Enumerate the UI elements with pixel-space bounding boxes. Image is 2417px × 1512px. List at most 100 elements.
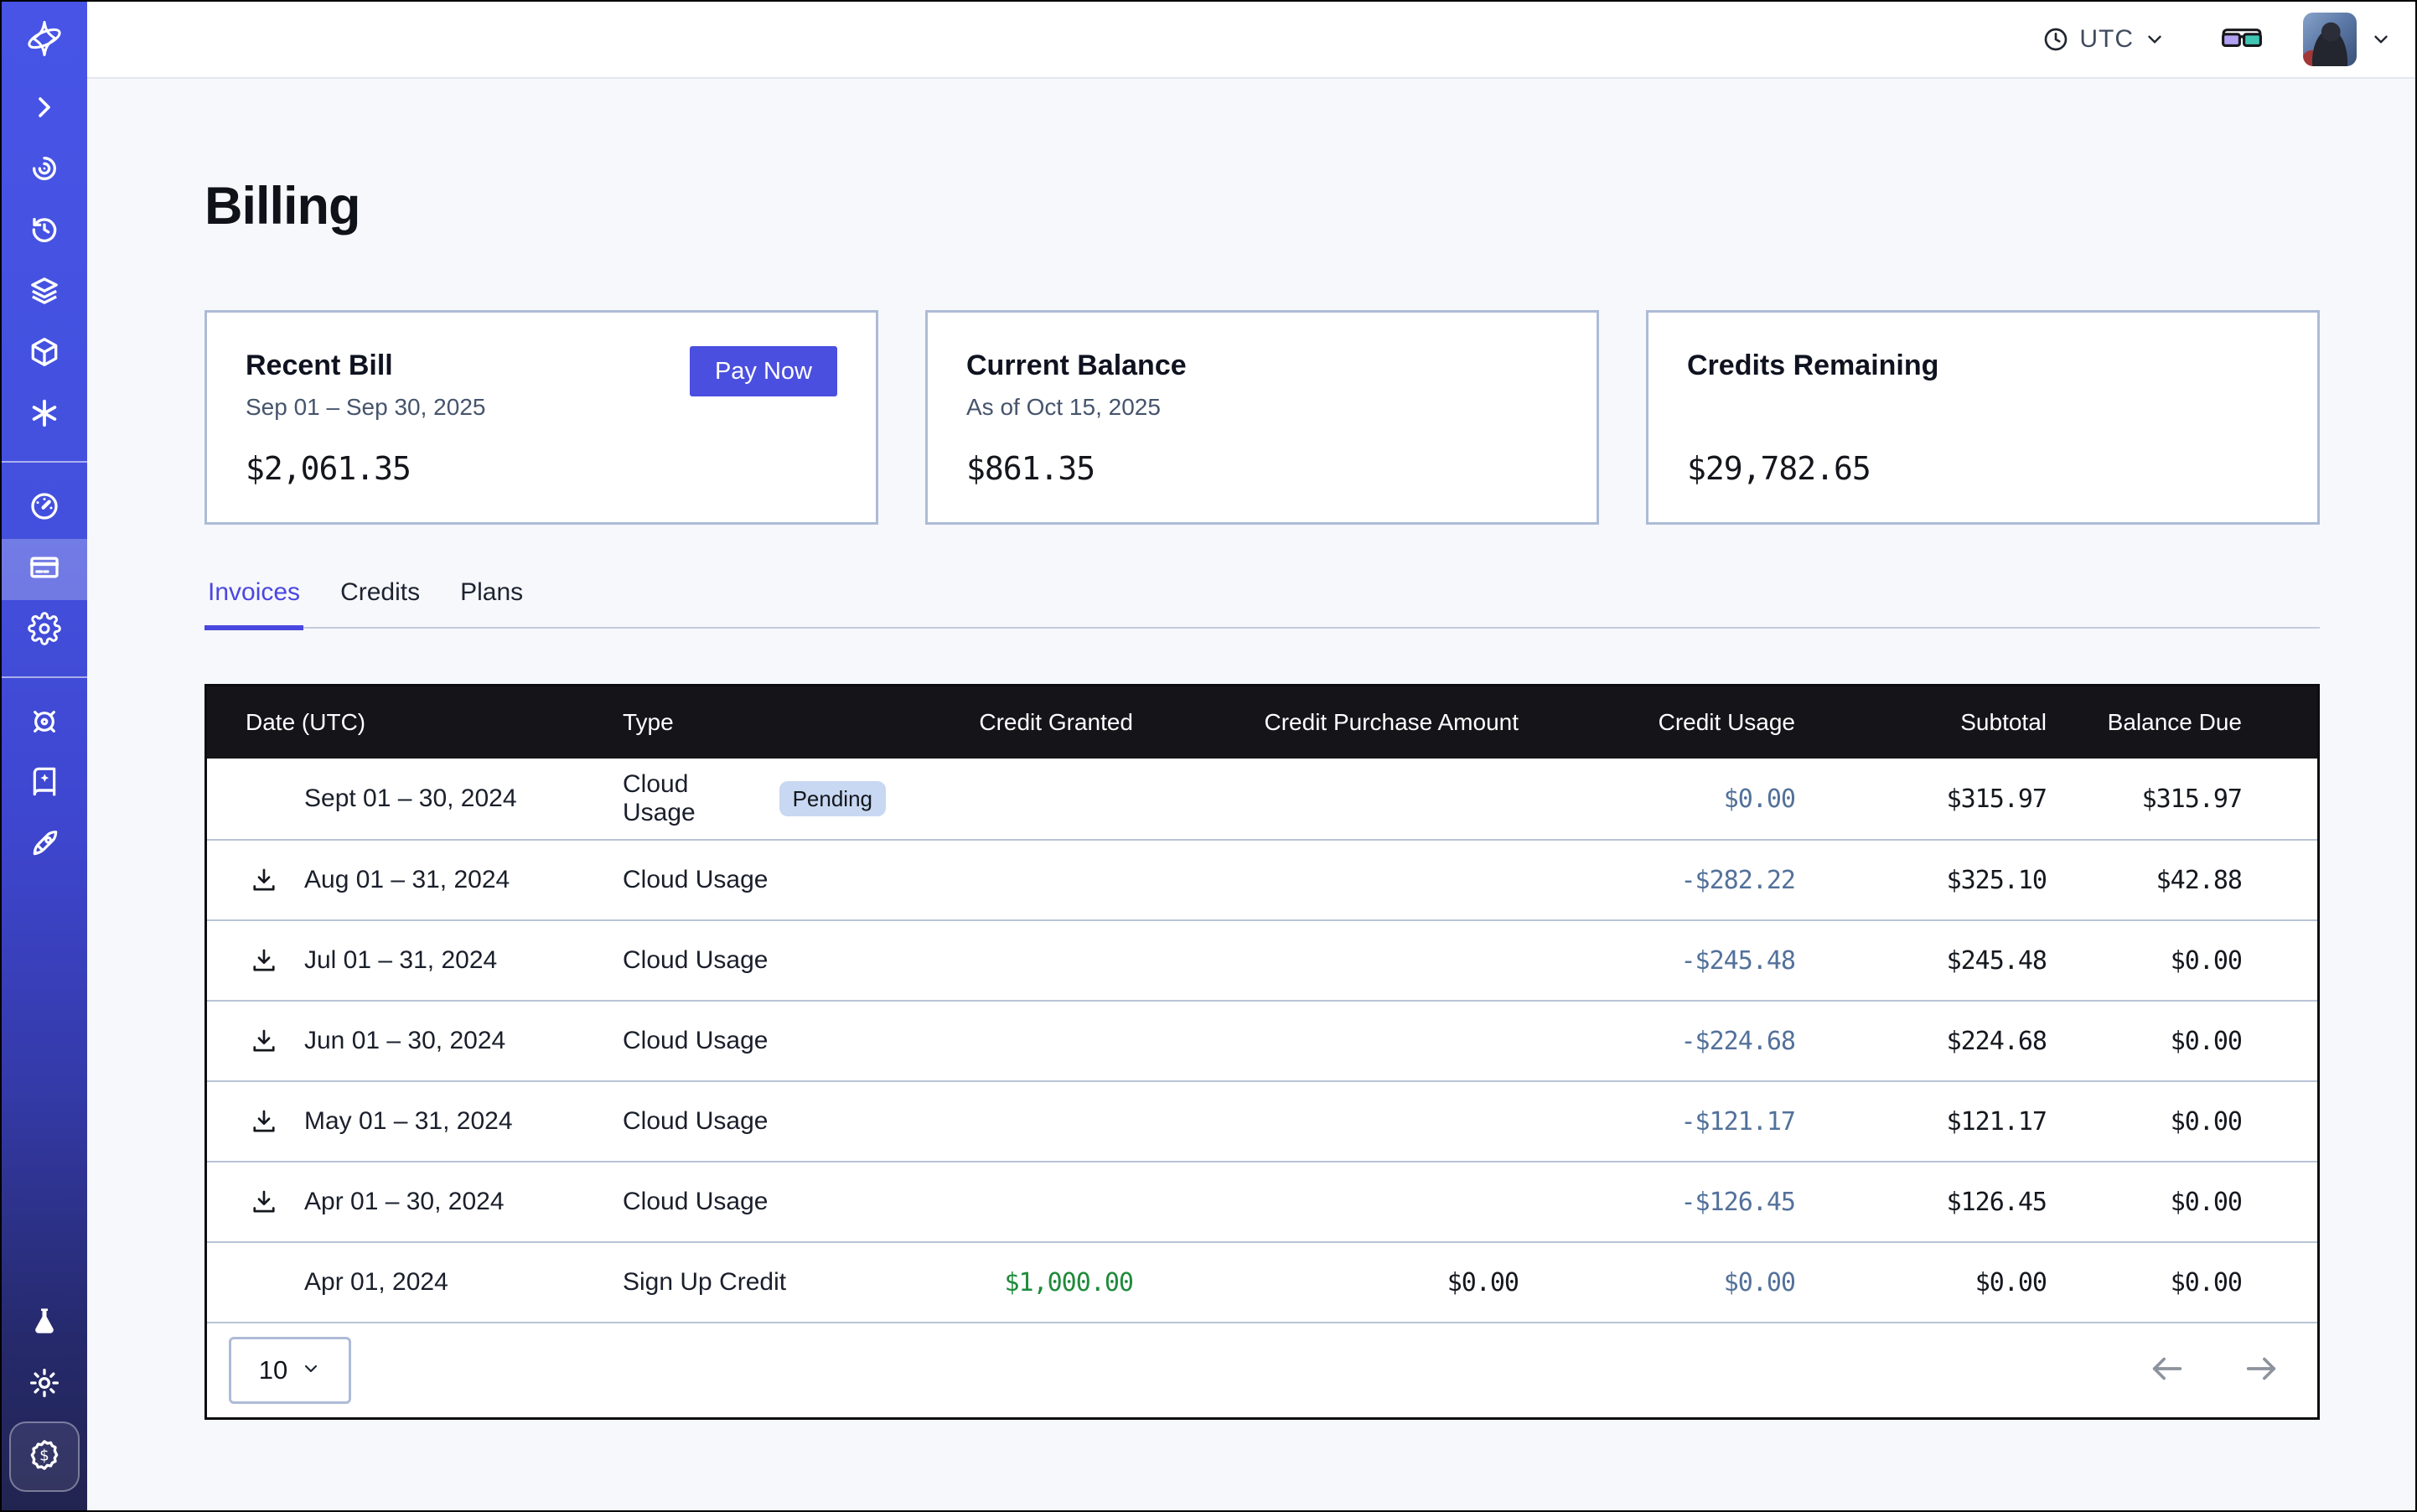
invoices-table: Date (UTC) Type Credit Granted Credit Pu… [204, 684, 2320, 1420]
tab-plans[interactable]: Plans [457, 578, 526, 627]
settings-gear-icon [28, 612, 61, 650]
col-header-balance-due: Balance Due [2084, 709, 2317, 736]
page-title: Billing [204, 176, 2320, 236]
subtotal: $325.10 [1833, 866, 2084, 895]
page-size-value: 10 [259, 1355, 287, 1385]
history-clock-icon [28, 213, 61, 251]
download-invoice-button[interactable] [247, 863, 281, 897]
tab-credits[interactable]: Credits [337, 578, 423, 627]
rocket-icon [28, 827, 61, 865]
credit-usage: $0.00 [1556, 1268, 1833, 1297]
sidebar-item-billing[interactable] [2, 539, 87, 600]
view-mode-button[interactable] [2221, 25, 2263, 54]
helm-wheel-icon [28, 705, 61, 743]
gauge-icon [28, 489, 61, 527]
credit-usage: $0.00 [1556, 784, 1833, 814]
sidebar-item-expand[interactable] [2, 79, 87, 140]
download-invoice-button[interactable] [247, 944, 281, 977]
sidebar-item-credits[interactable]: $ [9, 1421, 80, 1492]
balance-due: $0.00 [2084, 1268, 2317, 1297]
recent-bill-card: Recent Bill Sep 01 – Sep 30, 2025 $2,061… [204, 310, 878, 525]
invoice-type: Cloud Usage [623, 1027, 768, 1055]
subtotal: $0.00 [1833, 1268, 2084, 1297]
chevron-down-icon [301, 1355, 321, 1385]
chevron-right-icon [28, 91, 61, 128]
col-header-credit-granted: Credit Granted [886, 709, 1171, 736]
invoice-date: Aug 01 – 31, 2024 [304, 866, 510, 894]
credit-usage: -$282.22 [1556, 866, 1833, 895]
cube-icon [28, 335, 61, 373]
page-size-select[interactable]: 10 [229, 1337, 351, 1404]
main-column: UTC [87, 2, 2415, 1510]
spiral-icon [28, 152, 61, 189]
tab-invoices[interactable]: Invoices [204, 578, 303, 627]
svg-text:$: $ [39, 1447, 49, 1464]
previous-page-button[interactable] [2148, 1349, 2187, 1392]
sidebar-item-usage[interactable] [2, 478, 87, 539]
col-header-subtotal: Subtotal [1833, 709, 2084, 736]
credit-usage: -$126.45 [1556, 1188, 1833, 1217]
docs-book-sparkle-icon [28, 766, 61, 804]
table-row: Apr 01, 2024 Sign Up Credit $1,000.00 $0… [207, 1241, 2317, 1322]
current-balance-amount: $861.35 [966, 450, 1095, 487]
balance-due: $0.00 [2084, 1107, 2317, 1137]
invoice-date: Sept 01 – 30, 2024 [304, 784, 517, 813]
sidebar-item-docs[interactable] [2, 754, 87, 816]
invoice-type: Cloud Usage [623, 1188, 768, 1216]
sidebar-divider [2, 676, 87, 678]
download-invoice-button[interactable] [247, 1105, 281, 1138]
status-badge: Pending [779, 781, 886, 816]
credits-remaining-amount: $29,782.65 [1687, 450, 1871, 487]
sidebar-item-functions[interactable] [2, 385, 87, 446]
card-subtitle: Sep 01 – Sep 30, 2025 [246, 394, 837, 421]
download-slot [247, 782, 281, 816]
sidebar-item-getting-started[interactable] [2, 816, 87, 877]
sidebar-item-labs[interactable] [2, 1293, 87, 1354]
invoice-date: May 01 – 31, 2024 [304, 1107, 513, 1136]
table-footer: 10 [207, 1322, 2317, 1417]
recent-bill-amount: $2,061.35 [246, 450, 411, 487]
invoice-type: Cloud Usage [623, 946, 768, 975]
sidebar-item-history[interactable] [2, 201, 87, 262]
sidebar-item-theme-toggle[interactable] [2, 1354, 87, 1416]
table-row: Jun 01 – 30, 2024 Cloud Usage -$224.68 $… [207, 1000, 2317, 1080]
sidebar-item-sessions[interactable] [2, 140, 87, 201]
card-subtitle: As of Oct 15, 2025 [966, 394, 1558, 421]
sidebar-item-layers[interactable] [2, 262, 87, 324]
invoice-type: Sign Up Credit [623, 1268, 786, 1297]
sidebar-divider [2, 461, 87, 463]
subtotal: $224.68 [1833, 1027, 2084, 1056]
credit-purchase: $0.00 [1171, 1268, 1556, 1297]
current-balance-card: Current Balance As of Oct 15, 2025 $861.… [925, 310, 1599, 525]
sidebar-item-containers[interactable] [2, 324, 87, 385]
col-header-date: Date (UTC) [207, 709, 609, 736]
credit-granted: $1,000.00 [886, 1268, 1171, 1297]
billing-card-icon [28, 551, 61, 588]
credit-usage: -$121.17 [1556, 1107, 1833, 1137]
col-header-credit-usage: Credit Usage [1556, 709, 1833, 736]
card-title: Credits Remaining [1687, 350, 2279, 382]
subtotal: $121.17 [1833, 1107, 2084, 1137]
subtotal: $245.48 [1833, 946, 2084, 976]
timezone-selector[interactable]: UTC [2042, 25, 2166, 54]
sidebar-item-support[interactable] [2, 693, 87, 754]
user-menu[interactable] [2303, 13, 2392, 66]
invoice-date: Apr 01 – 30, 2024 [304, 1188, 505, 1216]
sidebar-item-settings[interactable] [2, 600, 87, 661]
subtotal: $315.97 [1833, 784, 2084, 814]
invoice-type: Cloud Usage [623, 866, 768, 894]
app-logo[interactable] [2, 2, 87, 79]
chevron-down-icon [2144, 28, 2166, 50]
billing-tabs: Invoices Credits Plans [204, 578, 2320, 629]
glasses-icon [2221, 25, 2263, 54]
invoice-type: Cloud Usage [623, 770, 766, 827]
balance-due: $0.00 [2084, 1027, 2317, 1056]
download-invoice-button[interactable] [247, 1185, 281, 1219]
download-invoice-button[interactable] [247, 1024, 281, 1058]
pay-now-button[interactable]: Pay Now [690, 346, 837, 396]
balance-due: $42.88 [2084, 866, 2317, 895]
table-row: Sept 01 – 30, 2024 Cloud Usage Pending $… [207, 759, 2317, 839]
sun-icon [28, 1366, 61, 1404]
next-page-button[interactable] [2242, 1349, 2280, 1392]
col-header-credit-purchase: Credit Purchase Amount [1171, 709, 1556, 736]
